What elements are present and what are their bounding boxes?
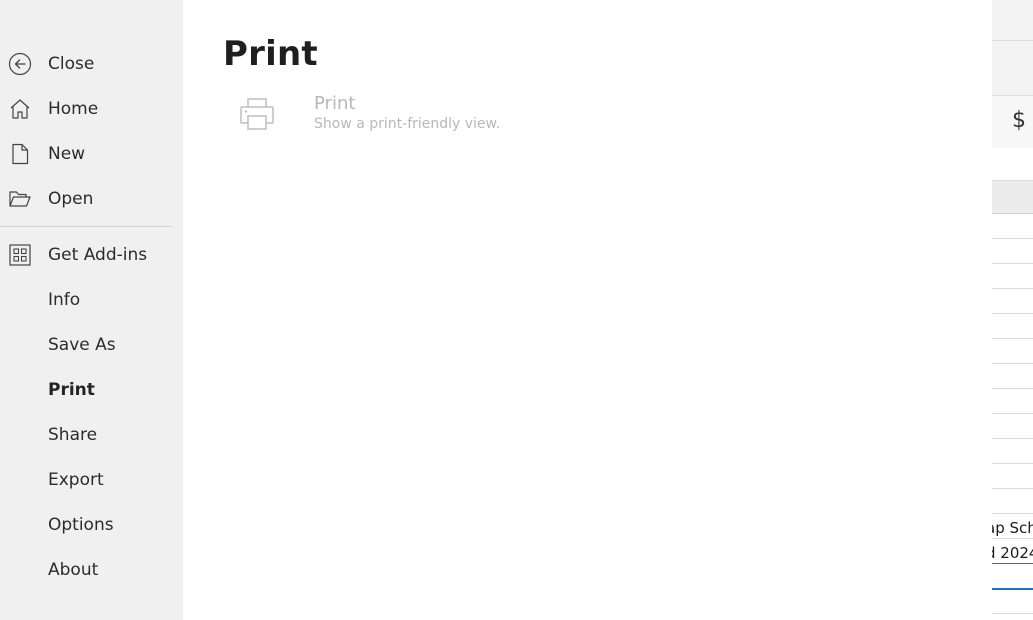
home-icon [10, 99, 30, 119]
print-option-title: Print [314, 93, 356, 114]
cell-text: d 2024 [992, 544, 1033, 562]
nav-item-label: Save As [48, 335, 116, 355]
print-option-description: Show a print-friendly view. [314, 116, 501, 132]
row-line [992, 413, 1033, 414]
nav-divider [0, 226, 172, 227]
row-line [992, 388, 1033, 389]
nav-item-export[interactable]: Export [0, 460, 183, 500]
nav-item-about[interactable]: About [0, 550, 183, 590]
row-line [992, 238, 1033, 239]
currency-symbol: $ [1012, 108, 1026, 133]
row-line [992, 488, 1033, 489]
backstage-nav: Close Home New Open Get Add-ins Info Sav… [0, 0, 183, 620]
row-line [992, 338, 1033, 339]
nav-item-label: Home [48, 99, 99, 119]
formula-bar [992, 148, 1033, 181]
printer-icon [240, 98, 274, 130]
nav-item-label: Print [48, 380, 95, 400]
nav-item-label: Close [48, 54, 95, 74]
nav-item-label: Options [48, 515, 114, 535]
selection-border [992, 563, 1033, 564]
active-cell-underline [992, 588, 1033, 590]
ribbon-tabs-strip [992, 0, 1033, 41]
back-arrow-circle-icon [8, 52, 32, 76]
nav-item-share[interactable]: Share [0, 415, 183, 455]
nav-item-open[interactable]: Open [0, 179, 183, 219]
row-line [992, 288, 1033, 289]
row-line [992, 363, 1033, 364]
row-line [992, 438, 1033, 439]
row-line [992, 513, 1033, 514]
row-line [992, 263, 1033, 264]
nav-item-label: Get Add-ins [48, 245, 148, 265]
nav-item-save-as[interactable]: Save As [0, 325, 183, 365]
nav-item-options[interactable]: Options [0, 505, 183, 545]
nav-item-label: About [48, 560, 99, 580]
row-line [992, 613, 1033, 614]
row-line [992, 463, 1033, 464]
print-pane: Print Print Show a print-friendly view. [183, 0, 992, 620]
nav-item-close[interactable]: Close [0, 44, 183, 84]
nav-item-label: Export [48, 470, 104, 490]
new-document-icon [12, 143, 29, 165]
cell-text: ap Sch [992, 519, 1033, 537]
row-line [992, 538, 1033, 539]
print-friendly-view-button[interactable]: Print Show a print-friendly view. [231, 90, 551, 138]
nav-item-label: Share [48, 425, 98, 445]
nav-item-get-add-ins[interactable]: Get Add-ins [0, 235, 183, 275]
nav-item-home[interactable]: Home [0, 89, 183, 129]
nav-item-label: Open [48, 189, 94, 209]
nav-item-new[interactable]: New [0, 134, 183, 174]
page-title: Print [223, 34, 318, 74]
folder-open-icon [9, 191, 31, 207]
column-header [992, 181, 1033, 214]
nav-item-label: New [48, 144, 86, 164]
background-spreadsheet: $ ap Sch d 2024 [992, 0, 1033, 620]
add-ins-grid-icon [9, 244, 31, 266]
nav-item-info[interactable]: Info [0, 280, 183, 320]
row-line [992, 313, 1033, 314]
nav-item-print[interactable]: Print [0, 370, 183, 410]
nav-item-label: Info [48, 290, 81, 310]
ribbon-strip [992, 41, 1033, 95]
